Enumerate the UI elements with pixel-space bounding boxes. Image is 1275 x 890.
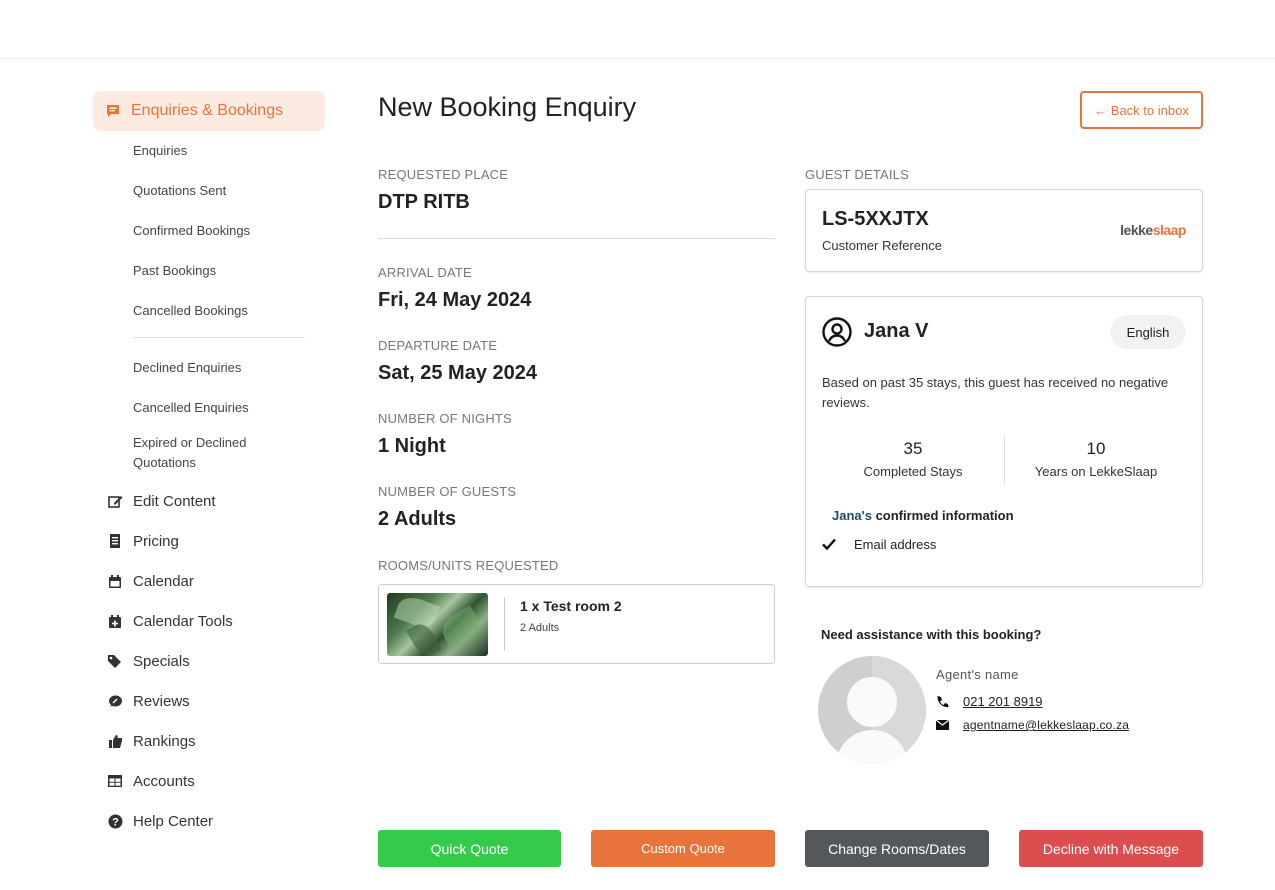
phone-icon xyxy=(936,695,950,708)
departure-date-label: DEPARTURE DATE xyxy=(378,338,498,353)
stat-value: 10 xyxy=(1086,439,1106,458)
sidebar-item-label: Help Center xyxy=(133,812,214,830)
user-circle-icon xyxy=(822,317,852,347)
sidebar-item-label: Calendar Tools xyxy=(133,612,233,630)
guests-value: 2 Adults xyxy=(378,508,457,530)
sidebar: Enquiries & Bookings Enquiries Quotation… xyxy=(93,91,325,841)
customer-reference-code: LS-5XXJTX xyxy=(822,208,929,230)
edit-icon xyxy=(107,493,123,509)
customer-reference-label: Customer Reference xyxy=(822,238,942,253)
assistance-title: Need assistance with this booking? xyxy=(821,627,1042,642)
calendar-icon xyxy=(107,573,123,589)
sidebar-item-label: Calendar xyxy=(133,572,194,590)
sidebar-item-label: Specials xyxy=(133,652,190,670)
sidebar-subitem-expired-quotations[interactable]: Expired or Declined Quotations xyxy=(93,428,253,476)
check-icon xyxy=(822,537,836,553)
sidebar-item-label: Accounts xyxy=(133,772,195,790)
stat-label: Completed Stays xyxy=(863,464,963,479)
requested-place-label: REQUESTED PLACE xyxy=(378,167,509,182)
arrival-date-value: Fri, 24 May 2024 xyxy=(378,289,532,311)
sidebar-item-label: Edit Content xyxy=(133,492,216,510)
quick-quote-button[interactable]: Quick Quote xyxy=(378,830,561,867)
guest-details-label: GUEST DETAILS xyxy=(805,167,909,182)
room-divider xyxy=(504,597,505,651)
lekkeslaap-logo: lekkeslaap xyxy=(1120,222,1186,238)
sidebar-subitem-quotations-sent[interactable]: Quotations Sent xyxy=(93,171,325,211)
sidebar-subitems: Enquiries Quotations Sent Confirmed Book… xyxy=(93,131,325,476)
sidebar-item-help-center[interactable]: ? Help Center xyxy=(93,801,325,841)
stat-label: Years on LekkeSlaap xyxy=(1034,464,1158,479)
stat-years: 10 Years on LekkeSlaap xyxy=(1005,439,1187,479)
calendar-plus-icon xyxy=(107,613,123,629)
agent-email-row: agentname@lekkeslaap.co.za xyxy=(936,718,1129,732)
room-card[interactable]: 1 x Test room 2 2 Adults xyxy=(378,584,775,664)
stat-value: 35 xyxy=(903,439,923,458)
nights-label: NUMBER OF NIGHTS xyxy=(378,411,512,426)
guest-card: Jana V English Based on past 35 stays, t… xyxy=(805,296,1203,587)
agent-name: Agent's name xyxy=(936,667,1019,682)
sidebar-item-calendar[interactable]: Calendar xyxy=(93,561,325,601)
sidebar-item-edit-content[interactable]: Edit Content xyxy=(93,481,325,521)
sidebar-item-label: Enquiries & Bookings xyxy=(131,102,284,119)
agent-phone-link[interactable]: 021 201 8919 xyxy=(963,694,1043,709)
room-guests: 2 Adults xyxy=(520,622,560,634)
sidebar-item-enquiries-bookings[interactable]: Enquiries & Bookings xyxy=(93,91,325,131)
sidebar-item-accounts[interactable]: Accounts xyxy=(93,761,325,801)
guest-name: Jana V xyxy=(864,320,929,342)
envelope-icon xyxy=(936,720,950,730)
sidebar-item-label: Rankings xyxy=(133,732,196,750)
stat-completed-stays: 35 Completed Stays xyxy=(822,439,1004,479)
section-divider xyxy=(378,238,775,239)
svg-text:?: ? xyxy=(112,816,119,828)
departure-date-value: Sat, 25 May 2024 xyxy=(378,362,537,384)
table-icon xyxy=(107,773,123,789)
sidebar-item-label: Pricing xyxy=(133,532,179,550)
sidebar-divider xyxy=(133,337,305,338)
change-rooms-dates-button[interactable]: Change Rooms/Dates xyxy=(805,830,989,867)
page-title: New Booking Enquiry xyxy=(378,92,637,122)
sidebar-item-rankings[interactable]: Rankings xyxy=(93,721,325,761)
agent-avatar xyxy=(818,656,926,764)
back-to-inbox-button[interactable]: ← Back to inbox xyxy=(1080,91,1203,129)
question-icon: ? xyxy=(107,813,123,829)
room-title: 1 x Test room 2 xyxy=(520,598,622,614)
sidebar-item-specials[interactable]: Specials xyxy=(93,641,325,681)
sidebar-item-reviews[interactable]: Reviews xyxy=(93,681,325,721)
requested-place-value: DTP RITB xyxy=(378,191,470,213)
chat-icon xyxy=(106,104,120,118)
sidebar-subitem-cancelled-bookings[interactable]: Cancelled Bookings xyxy=(93,291,325,331)
language-badge: English xyxy=(1110,315,1186,349)
sidebar-subitem-past-bookings[interactable]: Past Bookings xyxy=(93,251,325,291)
customer-reference-card: LS-5XXJTX Customer Reference lekkeslaap xyxy=(805,189,1203,272)
agent-email-link[interactable]: agentname@lekkeslaap.co.za xyxy=(963,718,1129,732)
sidebar-subitem-enquiries[interactable]: Enquiries xyxy=(93,131,325,171)
arrival-date-label: ARRIVAL DATE xyxy=(378,265,472,280)
confirmed-item-email: Email address xyxy=(854,537,937,552)
guest-review-note: Based on past 35 stays, this guest has r… xyxy=(822,375,1169,410)
rooms-label: ROOMS/UNITS REQUESTED xyxy=(378,558,559,573)
tags-icon xyxy=(107,653,123,669)
decline-with-message-button[interactable]: Decline with Message xyxy=(1019,830,1203,867)
thumbs-up-icon xyxy=(107,733,123,749)
confirmed-info-title: Jana's confirmed information xyxy=(832,508,1014,523)
sidebar-subitem-cancelled-enquiries[interactable]: Cancelled Enquiries xyxy=(93,388,325,428)
top-bar xyxy=(0,0,1275,59)
pricing-icon xyxy=(107,533,123,549)
comment-icon xyxy=(107,693,123,709)
sidebar-item-calendar-tools[interactable]: Calendar Tools xyxy=(93,601,325,641)
room-image xyxy=(387,593,488,656)
sidebar-subitem-declined-enquiries[interactable]: Declined Enquiries xyxy=(93,348,325,388)
sidebar-subitem-confirmed-bookings[interactable]: Confirmed Bookings xyxy=(93,211,325,251)
sidebar-item-label: Reviews xyxy=(133,692,190,710)
sidebar-item-pricing[interactable]: Pricing xyxy=(93,521,325,561)
agent-phone-row: 021 201 8919 xyxy=(936,694,1043,709)
guests-label: NUMBER OF GUESTS xyxy=(378,484,517,499)
nights-value: 1 Night xyxy=(378,435,446,457)
custom-quote-button[interactable]: Custom Quote xyxy=(591,830,775,867)
